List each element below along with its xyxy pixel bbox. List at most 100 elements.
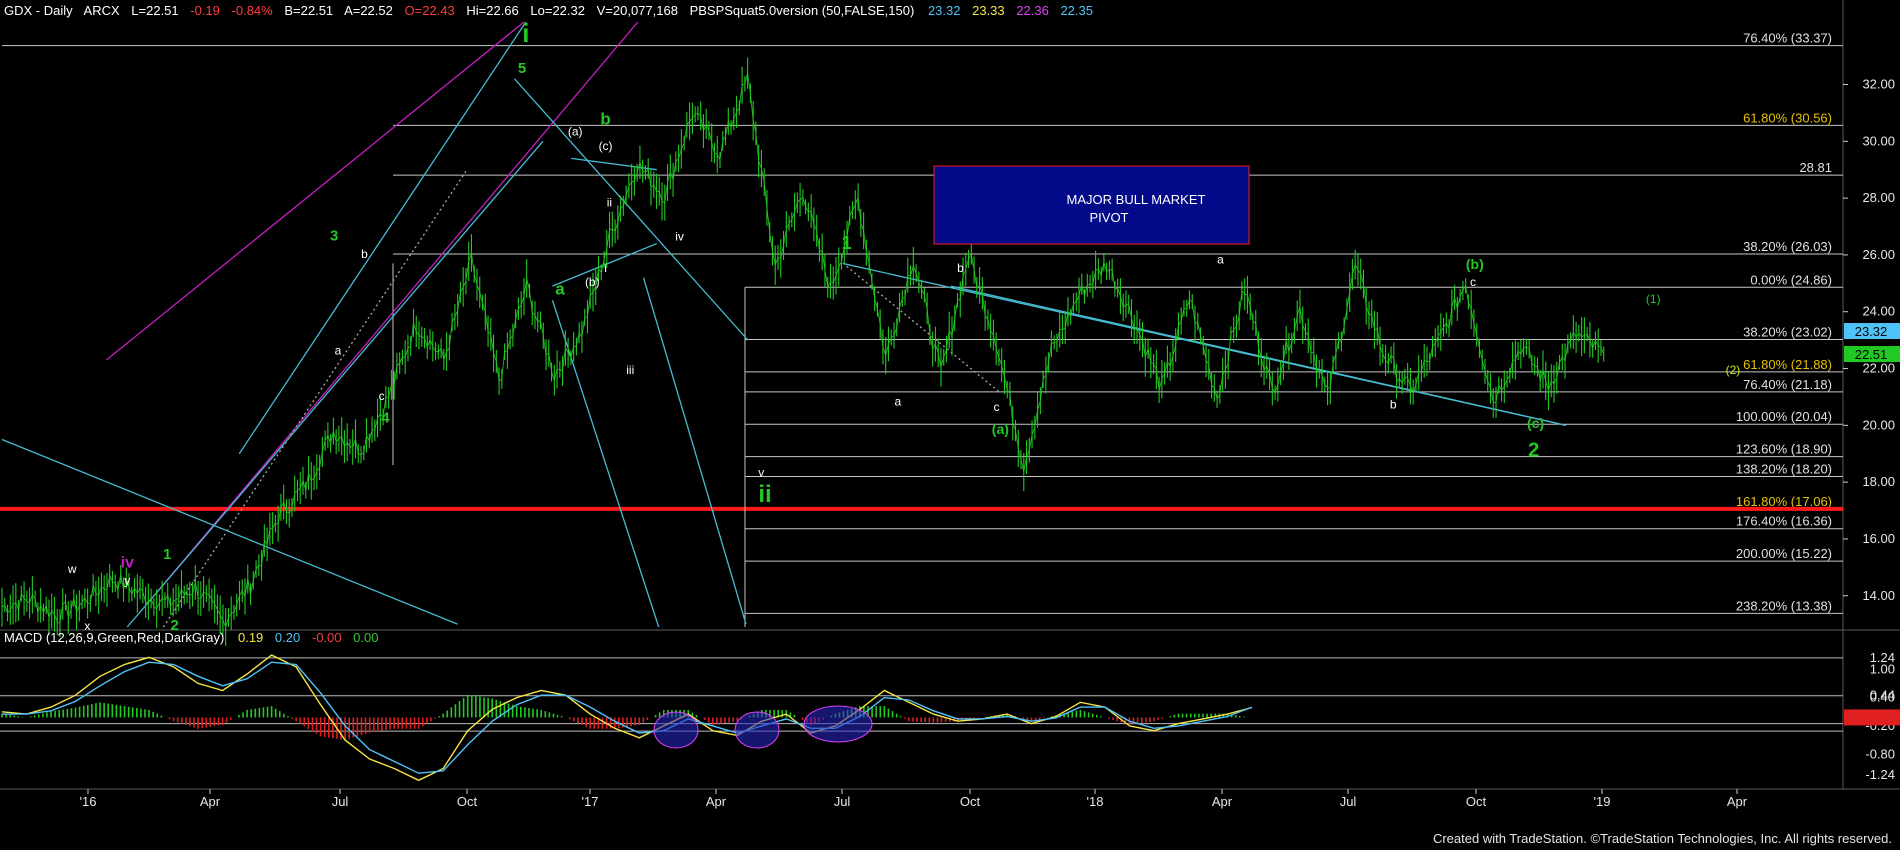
macd-value: 0.20 bbox=[275, 630, 300, 645]
channel-cyan bbox=[642, 277, 747, 625]
header-last: L=22.51 bbox=[131, 3, 178, 18]
wave-label: (b) bbox=[1466, 256, 1484, 272]
macd-highlight bbox=[734, 711, 780, 749]
price-tick-label: 24.00 bbox=[1862, 304, 1895, 319]
fib-label: 161.80% (17.06) bbox=[1736, 494, 1832, 509]
fib-label: 200.00% (15.22) bbox=[1736, 546, 1832, 561]
wave-label: (a) bbox=[992, 421, 1009, 437]
time-tick-label: '19 bbox=[1594, 794, 1611, 809]
chart-window: 76.40% (33.37) 61.80% (30.56) 28.81 38.20% … bbox=[0, 0, 1900, 850]
macd-value: 0.00 bbox=[353, 630, 378, 645]
wave-label: c bbox=[379, 389, 385, 403]
wave-label: 2 bbox=[1528, 440, 1539, 462]
wave-label: v bbox=[758, 465, 764, 479]
time-tick-label: Oct bbox=[960, 794, 981, 809]
wave-label: c bbox=[994, 400, 1000, 414]
wave-label: b bbox=[361, 247, 368, 261]
wave-label: iv bbox=[121, 554, 134, 571]
pivot-box-line1: MAJOR BULL MARKET bbox=[1067, 192, 1206, 207]
header-change-pct: -0.84% bbox=[232, 3, 274, 18]
macd-tick-label: -1.24 bbox=[1865, 767, 1895, 782]
macd-value: 0.19 bbox=[238, 630, 263, 645]
header-study-value: 22.36 bbox=[1016, 3, 1049, 18]
channel-magenta bbox=[105, 21, 525, 361]
header-high: Hi=22.66 bbox=[466, 3, 518, 18]
wave-label: iii bbox=[626, 363, 634, 377]
price-tick-label: 16.00 bbox=[1862, 531, 1895, 546]
header-ask: A=22.52 bbox=[344, 3, 393, 18]
wave-label: a bbox=[555, 280, 565, 299]
fib-label: 38.20% (26.03) bbox=[1743, 239, 1832, 254]
time-tick-label: Apr bbox=[1212, 794, 1233, 809]
trend-channels bbox=[1, 21, 1567, 628]
wave-label: iv bbox=[675, 230, 684, 244]
footer-copyright: Created with TradeStation. ©TradeStation… bbox=[1432, 831, 1892, 846]
price-marker-label: 23.32 bbox=[1855, 324, 1888, 339]
fib-label: 76.40% (21.18) bbox=[1743, 377, 1832, 392]
wave-label: i bbox=[604, 261, 607, 275]
wave-label: i bbox=[522, 18, 529, 48]
fib-label: 28.81 bbox=[1799, 160, 1832, 175]
price-tick-label: 32.00 bbox=[1862, 76, 1895, 91]
fib-levels: 76.40% (33.37) 61.80% (30.56) 28.81 38.20% … bbox=[0, 31, 1843, 627]
wave-label: (b) bbox=[585, 275, 600, 289]
header-change: -0.19 bbox=[190, 3, 220, 18]
time-tick-label: Jul bbox=[332, 794, 349, 809]
time-tick-label: '18 bbox=[1087, 794, 1104, 809]
wave-label: b bbox=[1390, 397, 1397, 411]
wave-label: 4 bbox=[381, 409, 390, 426]
macd-tick-label: 0.40 bbox=[1870, 690, 1895, 705]
price-tick-label: 20.00 bbox=[1862, 417, 1895, 432]
pivot-box: MAJOR BULL MARKET PIVOT bbox=[933, 165, 1250, 245]
fib-label: 123.60% (18.90) bbox=[1736, 442, 1832, 457]
pivot-box-line2: PIVOT bbox=[1089, 210, 1128, 225]
gdx-daily-chart[interactable]: 76.40% (33.37) 61.80% (30.56) 28.81 38.20% … bbox=[0, 0, 1900, 850]
price-series bbox=[1, 57, 1605, 647]
time-tick-label: Apr bbox=[200, 794, 221, 809]
time-axis: '16 Apr Jul Oct '17 Apr Jul Oct '18 Apr Jul Oct '19 A… bbox=[80, 789, 1748, 809]
price-tick-label: 22.00 bbox=[1862, 361, 1895, 376]
svg-text:GDX - Daily ARCX: GDX - Daily ARCX L=22.51 -0.19 -0.84% B=… bbox=[4, 3, 1093, 18]
wave-label: 3 bbox=[330, 228, 338, 245]
channel-dotted bbox=[162, 169, 468, 628]
fib-label: 138.20% (18.20) bbox=[1736, 461, 1832, 476]
macd-label: MACD (12,26,9,Green,Red,DarkGray) bbox=[4, 630, 224, 645]
wave-label: 1 bbox=[842, 233, 852, 253]
price-tick-label: 18.00 bbox=[1862, 474, 1895, 489]
fib-label: 176.40% (16.36) bbox=[1736, 514, 1832, 529]
macd-tick-label: -0.80 bbox=[1865, 746, 1895, 761]
price-tick-label: 30.00 bbox=[1862, 133, 1895, 148]
wave-label: (2) bbox=[1726, 363, 1741, 377]
wave-label: w bbox=[67, 562, 77, 576]
channel-cyan bbox=[126, 140, 544, 628]
fib-label: 76.40% (33.37) bbox=[1743, 31, 1832, 46]
header-open: O=22.43 bbox=[404, 3, 454, 18]
header-bid: B=22.51 bbox=[284, 3, 333, 18]
wave-label: ii bbox=[758, 481, 771, 508]
header-exchange: ARCX bbox=[84, 3, 120, 18]
time-tick-label: '16 bbox=[80, 794, 97, 809]
wave-labels: i5(a)b(c)iiivi(b)aiiivii3bac4ivwy1x 21ba c… bbox=[67, 18, 1740, 634]
price-tick-label: 28.00 bbox=[1862, 190, 1895, 205]
header-symbol: GDX - Daily bbox=[4, 3, 73, 18]
wave-label: (a) bbox=[568, 125, 583, 139]
channel-cyan bbox=[1, 438, 458, 625]
wave-label: a bbox=[335, 343, 342, 357]
header-low: Lo=22.32 bbox=[530, 3, 585, 18]
channel-dotted bbox=[846, 265, 999, 392]
time-tick-label: Apr bbox=[706, 794, 727, 809]
header-volume: V=20,077,168 bbox=[597, 3, 678, 18]
header-study-value: 23.32 bbox=[928, 3, 961, 18]
header-study-value: 23.33 bbox=[972, 3, 1005, 18]
fib-label: 100.00% (20.04) bbox=[1736, 409, 1832, 424]
macd-tick-label: 1.00 bbox=[1870, 661, 1895, 676]
channel-cyan bbox=[513, 78, 749, 341]
macd-value: -0.00 bbox=[312, 630, 342, 645]
wave-label: b bbox=[957, 261, 964, 275]
wave-label: a bbox=[895, 394, 902, 408]
header-study-value: 22.35 bbox=[1060, 3, 1093, 18]
wave-label: ii bbox=[607, 196, 612, 210]
price-marker-label: 22.51 bbox=[1855, 347, 1888, 362]
time-tick-label: Jul bbox=[1340, 794, 1357, 809]
macd-marker bbox=[1844, 709, 1900, 726]
